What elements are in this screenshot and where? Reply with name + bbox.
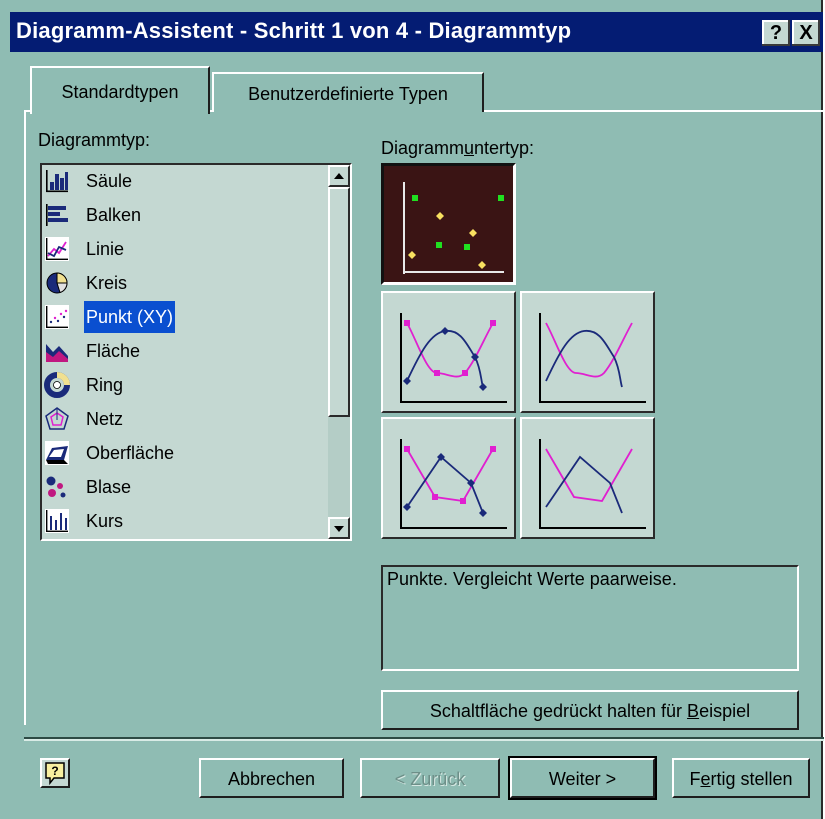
list-item-punkt-xy[interactable]: Punkt (XY) (44, 301, 326, 333)
list-item-label: Balken (86, 205, 142, 225)
chart-type-listbox[interactable]: Säule Balken Linie Kreis Punkt (XY) Fläc… (40, 163, 352, 541)
office-assistant-help-button[interactable]: ? (40, 758, 70, 788)
bar-chart-icon (46, 204, 68, 226)
radar-chart-icon (45, 407, 69, 430)
smoothed-lines-preview (539, 313, 646, 403)
help-balloon-icon: ? (45, 762, 65, 786)
list-item-flaeche[interactable]: Fläche (44, 335, 326, 367)
tab-custom-types[interactable]: Benutzerdefinierte Typen (212, 72, 484, 112)
list-item-label: Oberfläche (86, 443, 175, 463)
lines-markers-preview (400, 439, 507, 529)
tab-standard-types[interactable]: Standardtypen (30, 66, 210, 114)
scatter-chart-icon (45, 305, 69, 329)
scroll-down-button[interactable] (328, 517, 350, 539)
list-item-label: Netz (86, 409, 124, 429)
next-button[interactable]: Weiter > (508, 756, 657, 800)
list-item-label: Fläche (86, 341, 141, 361)
pie-chart-icon (46, 272, 68, 294)
stock-chart-icon (45, 509, 69, 533)
subtype-lines[interactable] (520, 417, 655, 539)
list-item-kurs[interactable]: Kurs (44, 505, 326, 537)
list-item-ring[interactable]: Ring (44, 369, 326, 401)
chart-subtype-label: Diagrammuntertyp: (381, 138, 535, 158)
scroll-up-button[interactable] (328, 165, 350, 187)
subtype-lines-markers[interactable] (381, 417, 516, 539)
list-item-blase[interactable]: Blase (44, 471, 326, 503)
scroll-thumb[interactable] (328, 187, 350, 417)
list-item-kreis[interactable]: Kreis (44, 267, 326, 299)
listbox-scrollbar[interactable] (328, 165, 350, 539)
list-item-label: Linie (86, 239, 125, 259)
subtype-smoothed-lines[interactable] (520, 291, 655, 413)
line-chart-icon (45, 237, 69, 261)
cancel-button[interactable]: Abbrechen (199, 758, 344, 798)
back-button[interactable]: < Zurück (360, 758, 500, 798)
svg-text:?: ? (51, 764, 58, 778)
chart-wizard-dialog: Diagramm-Assistent - Schritt 1 von 4 - D… (0, 0, 824, 819)
scroll-track[interactable] (328, 417, 350, 517)
list-item-balken[interactable]: Balken (44, 199, 326, 231)
list-item-label: Säule (86, 171, 133, 191)
press-and-hold-preview-button[interactable]: Schaltfläche gedrückt halten für Beispie… (381, 690, 799, 730)
area-chart-icon (46, 344, 68, 362)
list-item-saeule[interactable]: Säule (44, 165, 326, 197)
lines-preview (539, 439, 646, 529)
doughnut-chart-icon (44, 372, 70, 398)
list-item-label: Kurs (86, 511, 124, 531)
subtype-scatter-markers[interactable] (381, 163, 516, 285)
smoothed-lines-markers-preview (400, 313, 507, 403)
list-item-oberflaeche[interactable]: Oberfläche (44, 437, 326, 469)
window-title: Diagramm-Assistent - Schritt 1 von 4 - D… (16, 18, 572, 43)
list-item-label: Ring (86, 375, 124, 395)
list-item-label: Blase (86, 477, 132, 497)
list-item-label: Punkt (XY) (84, 301, 176, 333)
list-item-label: Kreis (86, 273, 128, 293)
surface-chart-icon (45, 441, 69, 465)
subtype-smoothed-lines-markers[interactable] (381, 291, 516, 413)
column-chart-icon (46, 170, 68, 193)
help-title-button[interactable]: ? (762, 20, 790, 46)
scatter-markers-preview (403, 182, 504, 274)
title-bar[interactable]: Diagramm-Assistent - Schritt 1 von 4 - D… (10, 12, 823, 52)
list-item-netz[interactable]: Netz (44, 403, 326, 435)
bubble-chart-icon (46, 476, 66, 498)
close-button[interactable]: X (792, 20, 820, 46)
list-item-linie[interactable]: Linie (44, 233, 326, 265)
footer-separator (24, 737, 824, 741)
subtype-description: Punkte. Vergleicht Werte paarweise. (381, 565, 799, 671)
finish-button[interactable]: Fertig stellen (672, 758, 810, 798)
chart-type-label: Diagrammtyp: (38, 130, 151, 150)
